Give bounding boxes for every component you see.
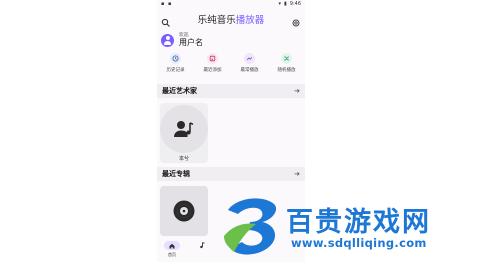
screenshot-root: ▪ ▪ ▾ ▮ 9:46 乐纯音乐播放器 欢迎, 用户名 历史记录 最近添加 最… [0, 0, 480, 262]
quick-action-history[interactable]: 历史记录 [159, 53, 193, 79]
clock-icon [170, 53, 181, 64]
quick-action-label: 最常播放 [240, 68, 259, 73]
trending-icon [244, 53, 255, 64]
shuffle-icon [281, 53, 292, 64]
arrow-right-icon[interactable]: ➔ [294, 170, 300, 178]
status-time: 9:46 [289, 1, 301, 7]
quick-actions: 历史记录 最近添加 最常播放 随机播放 [157, 53, 305, 79]
artist-name: 本兮 [178, 156, 189, 162]
music-add-icon [207, 53, 218, 64]
battery-icon: ▮ [284, 1, 287, 7]
arrow-right-icon[interactable]: ➔ [294, 87, 300, 95]
avatar [161, 33, 174, 47]
watermark-url: www.sdqlliqing.com [291, 236, 427, 250]
app-title: 乐纯音乐播放器 [157, 12, 305, 26]
quick-action-recent-added[interactable]: 最近添加 [196, 53, 230, 79]
wifi-icon: ▾ [278, 1, 281, 7]
vinyl-record-icon [173, 200, 195, 222]
artist-card[interactable]: 本兮 [160, 103, 208, 163]
quick-action-label: 最近添加 [203, 68, 222, 73]
watermark: 百贵游戏网 www.sdqlliqing.com [222, 196, 480, 262]
quick-action-label: 历史记录 [166, 68, 185, 73]
section-recent-artists-header[interactable]: 最近艺术家 ➔ [157, 84, 305, 98]
section-title: 最近艺术家 [162, 87, 197, 95]
app-title-accent: 播放器 [235, 15, 265, 26]
user-text: 欢迎, 用户名 [179, 33, 203, 47]
quick-action-most-played[interactable]: 最常播放 [233, 53, 267, 79]
status-left-dots: ▪ ▪ [161, 1, 173, 7]
nav-music[interactable] [187, 236, 217, 262]
watermark-logo-icon [224, 198, 277, 255]
gear-icon[interactable] [291, 13, 301, 27]
artist-music-icon [174, 121, 194, 137]
music-note-icon [194, 241, 210, 250]
home-icon [164, 241, 180, 250]
watermark-title: 百贵游戏网 [286, 207, 431, 238]
artist-image [160, 105, 208, 153]
user-profile-row[interactable]: 欢迎, 用户名 [161, 31, 301, 49]
section-recent-albums-header[interactable]: 最近专辑 ➔ [157, 167, 305, 181]
section-title: 最近专辑 [162, 170, 190, 178]
album-card[interactable] [160, 186, 208, 236]
nav-home-label: 首页 [168, 252, 176, 257]
username: 用户名 [179, 38, 203, 47]
nav-home[interactable]: 首页 [157, 236, 187, 262]
status-icons: ▾ ▮ 9:46 [278, 1, 301, 7]
app-title-main: 乐纯音乐 [197, 15, 236, 26]
top-app-bar: 乐纯音乐播放器 [157, 9, 305, 27]
quick-action-label: 随机播放 [277, 68, 296, 73]
status-bar: ▪ ▪ ▾ ▮ 9:46 [157, 0, 305, 8]
quick-action-shuffle[interactable]: 随机播放 [270, 53, 304, 79]
